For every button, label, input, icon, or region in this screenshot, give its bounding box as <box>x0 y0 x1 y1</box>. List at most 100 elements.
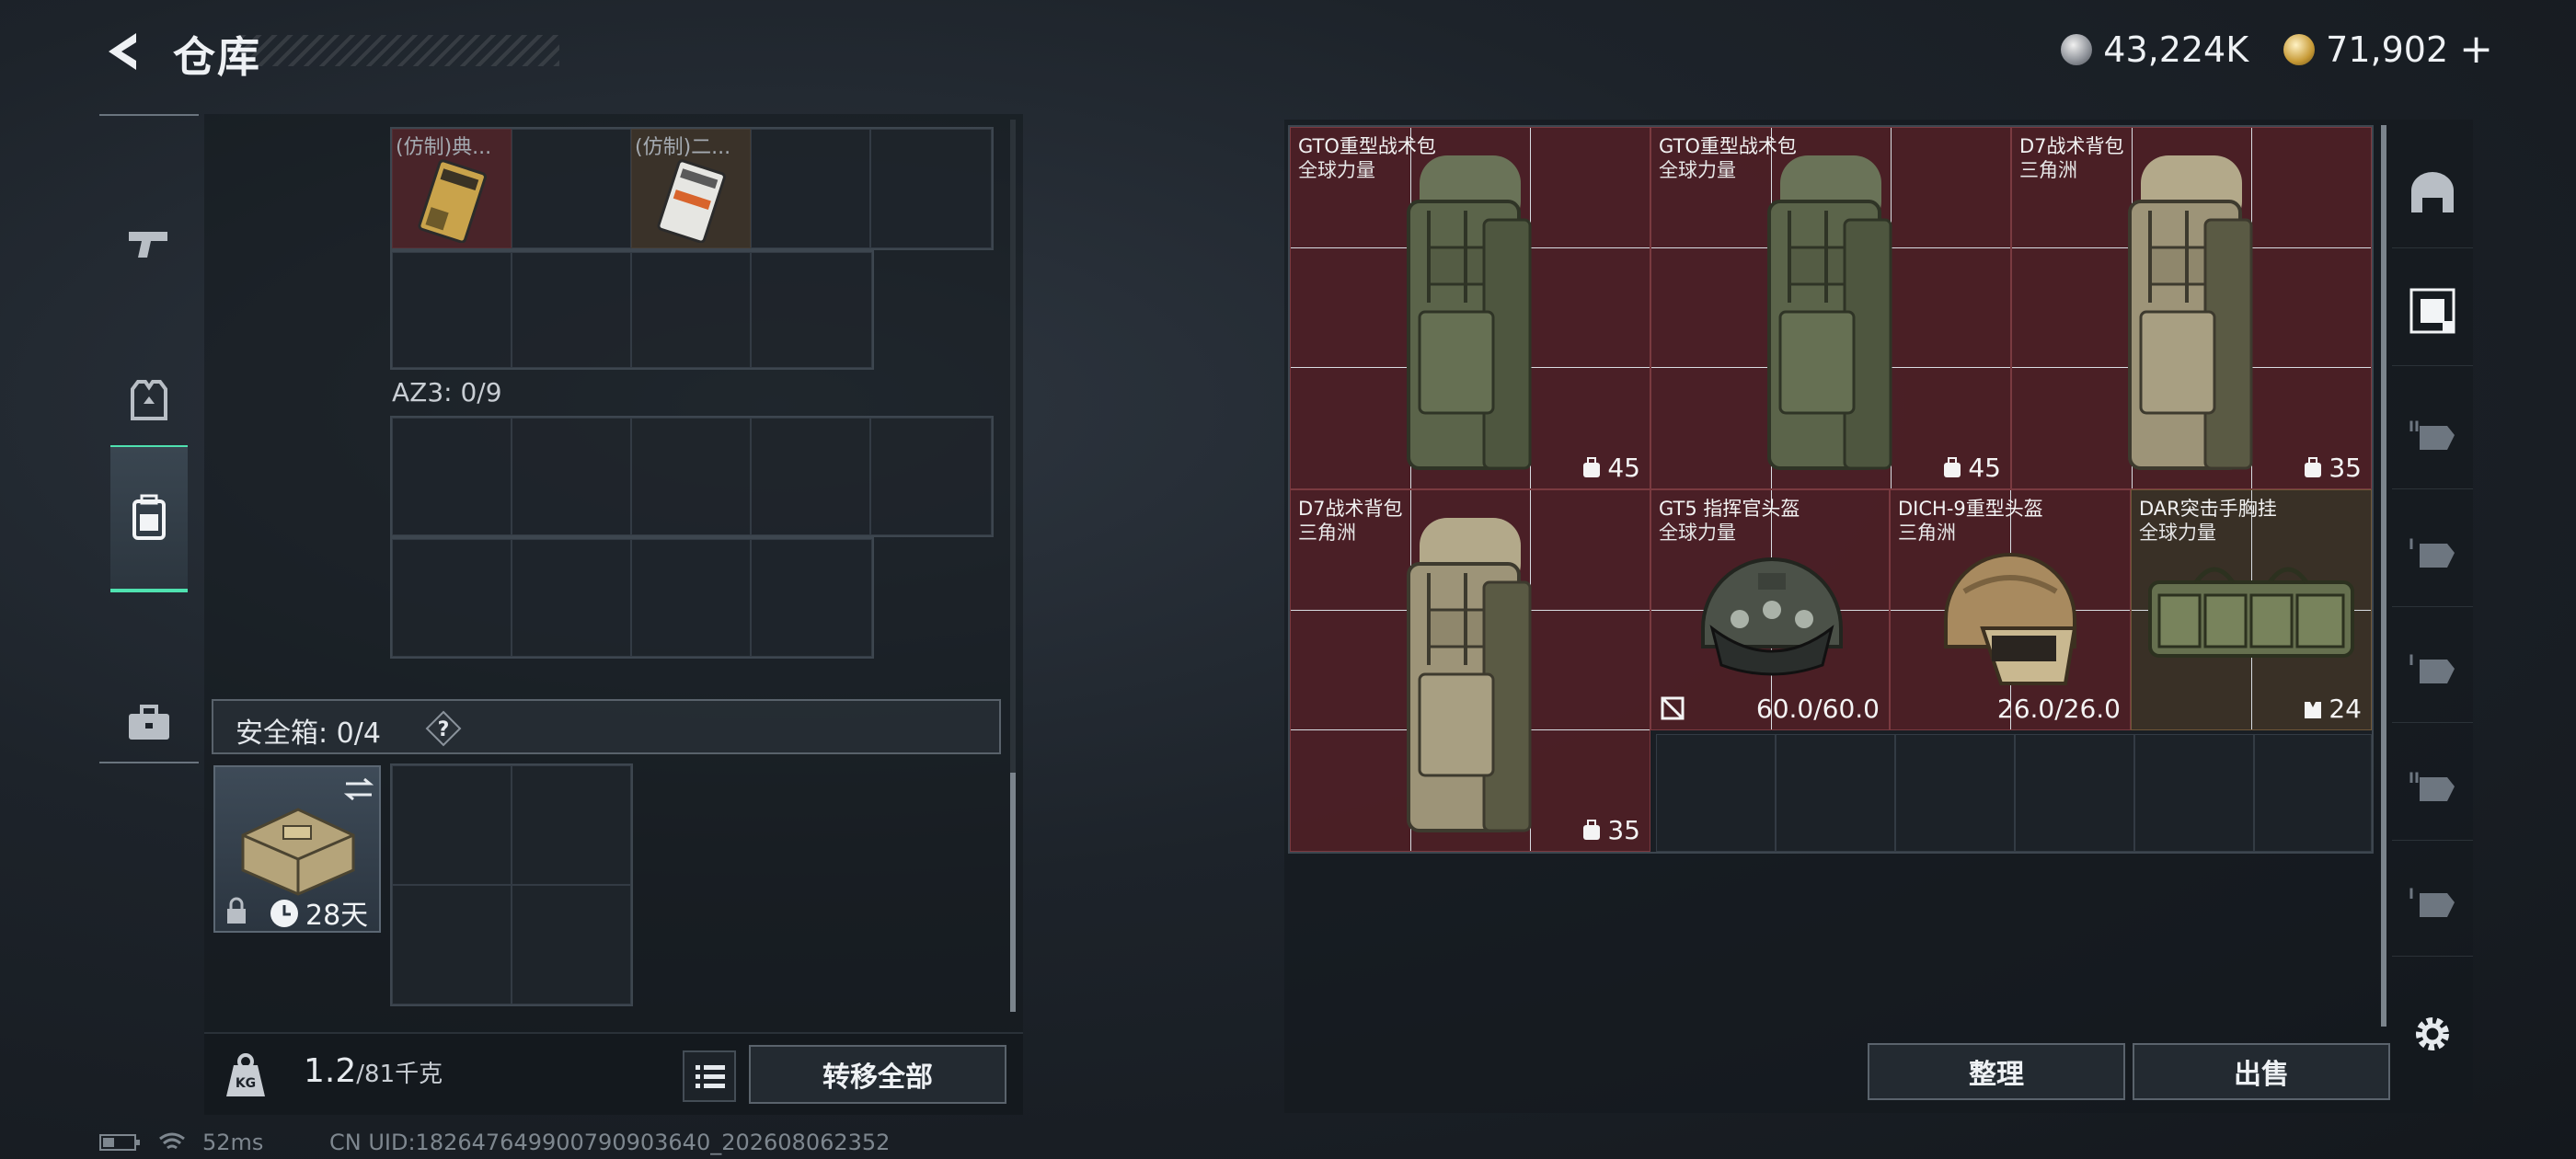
safe-box-label: 安全箱: 0/4 <box>236 717 381 750</box>
weight-readout: 1.2/81千克 <box>304 1052 443 1090</box>
lock-icon <box>227 897 246 924</box>
helmet-image <box>1701 557 1843 676</box>
gold-balance: 71,902 <box>2326 29 2449 70</box>
item-subtitle: 全球力量 <box>1298 159 1375 181</box>
weight-current: 1.2 <box>304 1052 357 1090</box>
armor-vest-icon <box>131 380 167 420</box>
weight-max: /81千克 <box>356 1061 443 1088</box>
item-capacity-value: 35 <box>1607 815 1640 845</box>
svg-text:I: I <box>2409 885 2414 902</box>
tab-slot-2[interactable]: II <box>2392 379 2473 489</box>
chest-rig-image <box>2148 567 2354 658</box>
backpack-image <box>2128 155 2253 470</box>
title-decoration <box>241 35 559 66</box>
item-capacity: 45 <box>1942 453 2001 483</box>
sell-button[interactable]: 出售 <box>2133 1043 2390 1100</box>
key-card-icon <box>418 159 487 243</box>
list-view-button[interactable] <box>683 1050 736 1102</box>
item-subtitle: 三角洲 <box>1298 522 1356 544</box>
item-capacity-value: 35 <box>2329 453 2362 483</box>
item-durability-value: 26.0/26.0 <box>1996 694 2121 724</box>
ping-text: 52ms <box>202 1130 264 1155</box>
safe-case-icon <box>241 808 355 896</box>
stash-item-chest-rig[interactable]: DAR突击手胸挂 全球力量 24 <box>2131 489 2372 730</box>
nav-item-case[interactable] <box>99 649 199 797</box>
svg-text:KG: KG <box>236 1076 256 1091</box>
stash-item-backpack[interactable]: D7战术背包 三角洲 35 <box>1290 489 1650 852</box>
item-subtitle: 全球力量 <box>1659 159 1736 181</box>
container-grid-top-row2 <box>390 250 874 370</box>
ii-hand-icon: II <box>2409 418 2455 450</box>
stash-item-backpack[interactable]: GTO重型战术包 全球力量 45 <box>1290 127 1650 489</box>
battery-icon <box>99 1134 140 1151</box>
item-capacity-value: 45 <box>1968 453 2001 483</box>
left-scrollbar-thumb[interactable] <box>1010 773 1016 1012</box>
az3-grid-row2 <box>390 537 874 659</box>
chest-rig-capacity-icon <box>2305 701 2322 718</box>
safe-case-item[interactable]: 28天 <box>213 765 381 933</box>
az3-grid-row1 <box>390 416 994 537</box>
item-card[interactable]: (仿制)典... <box>392 129 512 248</box>
svg-text:?: ? <box>438 718 450 741</box>
helmet-image <box>1944 553 2077 685</box>
backpack-icon <box>132 494 166 540</box>
settings-button[interactable] <box>2392 979 2473 1089</box>
gold-coin-icon <box>2283 33 2316 65</box>
backpack-image <box>1407 155 1532 470</box>
i-hand-icon: I <box>2409 651 2455 683</box>
item-name: (仿制)典... <box>396 136 492 159</box>
item-capacity-value: 45 <box>1607 453 1640 483</box>
backpack-image <box>1407 518 1532 832</box>
safe-box-header: 安全箱: 0/4 ? <box>212 699 1001 754</box>
safe-box-grid <box>390 763 633 1006</box>
help-icon[interactable]: ? <box>425 710 462 747</box>
stash-item-helmet[interactable]: DICH-9重型头盔 三角洲 26.0/26.0 <box>1890 489 2131 730</box>
sort-button[interactable]: 整理 <box>1868 1043 2125 1100</box>
item-capacity-value: 24 <box>2329 694 2362 724</box>
nav-item-weapons[interactable] <box>99 171 199 318</box>
nav-item-backpack[interactable] <box>110 445 188 592</box>
svg-text:II: II <box>2409 769 2420 786</box>
silver-balance: 43,224K <box>2103 29 2249 70</box>
svg-text:I: I <box>2409 651 2414 669</box>
item-subtitle: 全球力量 <box>2139 522 2216 544</box>
armor-slot-icon <box>2409 288 2455 333</box>
transfer-all-button[interactable]: 转移全部 <box>749 1045 1006 1104</box>
bunker-icon <box>2411 171 2454 212</box>
i-hand-icon: I <box>2409 535 2455 568</box>
category-nav <box>99 114 199 763</box>
right-scrollbar[interactable] <box>2381 125 2386 1027</box>
item-subtitle: 三角洲 <box>2019 159 2077 181</box>
stash-item-helmet[interactable]: GT5 指挥官头盔 全球力量 60.0/60.0 <box>1650 489 1890 730</box>
tab-armor-slot[interactable] <box>2392 256 2473 366</box>
clock-icon <box>270 900 298 927</box>
briefcase-icon <box>129 705 169 740</box>
back-icon[interactable] <box>99 28 147 75</box>
inventory-footer: KG 1.2/81千克 转移全部 <box>204 1032 1023 1115</box>
item-durability: 26.0/26.0 <box>1997 694 2121 724</box>
i-hand-icon: I <box>2409 885 2455 917</box>
item-capacity: 24 <box>2303 694 2362 724</box>
key-card-icon <box>657 159 726 243</box>
tab-bunker[interactable] <box>2392 138 2473 248</box>
item-capacity: 45 <box>1581 453 1640 483</box>
tab-slot-4[interactable]: I <box>2392 613 2473 723</box>
item-subtitle: 三角洲 <box>1898 522 1956 544</box>
add-currency-button[interactable]: + <box>2459 26 2493 73</box>
safe-duration: 28天 <box>305 900 369 932</box>
backpack-capacity-icon <box>1583 456 1601 477</box>
item-card[interactable]: (仿制)二... <box>631 129 751 248</box>
svg-text:I: I <box>2409 535 2414 553</box>
stash-item-backpack[interactable]: D7战术背包 三角洲 35 <box>2011 127 2372 489</box>
tab-slot-6[interactable]: I <box>2392 846 2473 957</box>
item-capacity: 35 <box>1581 815 1640 845</box>
container-label: AZ3: 0/9 <box>392 377 502 407</box>
tab-slot-5[interactable]: II <box>2392 730 2473 841</box>
silver-coin-icon <box>2061 33 2093 65</box>
swap-icon[interactable] <box>342 776 375 802</box>
svg-text:II: II <box>2409 418 2420 435</box>
item-name: (仿制)二... <box>635 136 731 159</box>
wifi-icon <box>159 1132 185 1150</box>
stash-item-backpack[interactable]: GTO重型战术包 全球力量 45 <box>1650 127 2011 489</box>
tab-slot-3[interactable]: I <box>2392 497 2473 607</box>
